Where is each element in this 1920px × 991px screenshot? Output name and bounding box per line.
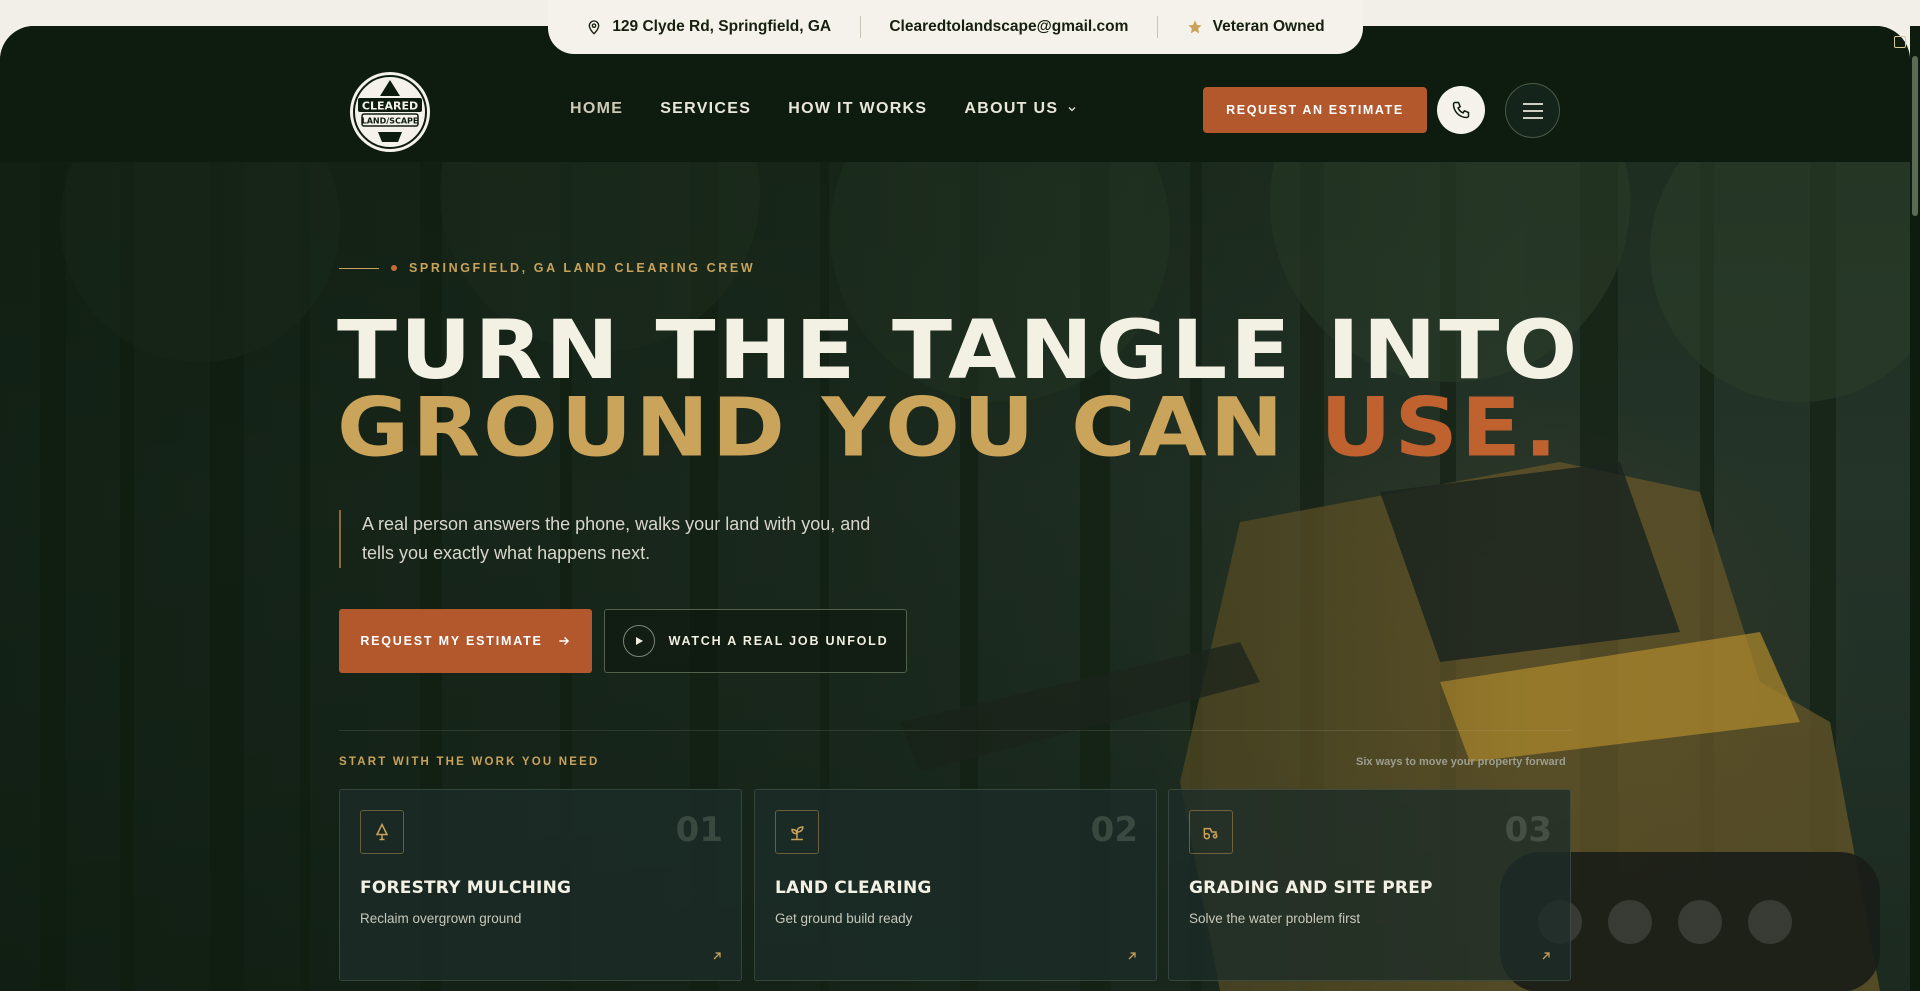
hero-headline: TURN THE TANGLE INTO GROUND YOU CAN USE. bbox=[337, 302, 1581, 468]
card-title: FORESTRY MULCHING bbox=[360, 878, 572, 898]
nav-how-it-works-label: HOW IT WORKS bbox=[788, 100, 928, 117]
address-text: 129 Clyde Rd, Springfield, GA bbox=[612, 18, 832, 35]
star-icon bbox=[1187, 20, 1202, 34]
card-title: LAND CLEARING bbox=[775, 878, 932, 898]
services-note: Six ways to move your property forward bbox=[1356, 756, 1566, 768]
menu-button[interactable] bbox=[1505, 83, 1560, 138]
secondary-cta-label: WATCH A REAL JOB UNFOLD bbox=[668, 634, 889, 648]
arrow-up-right-icon bbox=[713, 952, 721, 960]
service-card-forestry-mulching[interactable]: 01 FORESTRY MULCHING Reclaim overgrown g… bbox=[339, 789, 742, 981]
hero-eyebrow: SPRINGFIELD, GA LAND CLEARING CREW bbox=[339, 261, 755, 275]
play-icon bbox=[622, 625, 655, 657]
hamburger-menu-icon bbox=[1522, 102, 1543, 119]
corner-mark bbox=[1894, 36, 1906, 48]
arrow-up-right-icon bbox=[1128, 952, 1136, 960]
card-subtitle: Reclaim overgrown ground bbox=[360, 911, 522, 926]
cleared-landscape-logo[interactable]: CLEARED LAND/SCAPE bbox=[348, 70, 432, 154]
card-number: 03 bbox=[1504, 810, 1552, 850]
section-divider bbox=[339, 730, 1571, 731]
headline-line-1: TURN THE TANGLE INTO bbox=[337, 302, 1581, 398]
request-an-estimate-button[interactable]: REQUEST AN ESTIMATE bbox=[1203, 87, 1427, 133]
card-number: 02 bbox=[1090, 810, 1138, 850]
logo-line-1: CLEARED bbox=[362, 100, 418, 113]
nav-about-us[interactable]: ABOUT US bbox=[964, 100, 1078, 118]
services-label: START WITH THE WORK YOU NEED bbox=[339, 756, 600, 768]
watch-job-button[interactable]: WATCH A REAL JOB UNFOLD bbox=[604, 609, 907, 673]
chevron-down-icon bbox=[1068, 107, 1076, 112]
service-card-grading-site-prep[interactable]: 03 GRADING AND SITE PREP Solve the water… bbox=[1168, 789, 1571, 981]
nav-home[interactable]: HOME bbox=[570, 100, 623, 118]
card-number: 01 bbox=[675, 810, 723, 850]
top-info-bar: 129 Clyde Rd, Springfield, GA Clearedtol… bbox=[548, 0, 1363, 54]
tree-icon bbox=[360, 810, 404, 854]
veteran-badge: Veteran Owned bbox=[1187, 18, 1325, 36]
service-card-land-clearing[interactable]: 02 LAND CLEARING Get ground build ready bbox=[754, 789, 1157, 981]
nav-home-label: HOME bbox=[570, 100, 624, 117]
hero-section: SPRINGFIELD, GA LAND CLEARING CREW TURN … bbox=[0, 162, 1910, 991]
card-subtitle: Solve the water problem first bbox=[1189, 911, 1361, 926]
nav-services-label: SERVICES bbox=[660, 100, 752, 117]
headline-line-2: GROUND YOU CAN USE. bbox=[337, 387, 1580, 468]
arrow-up-right-icon bbox=[1542, 952, 1550, 960]
card-title: GRADING AND SITE PREP bbox=[1189, 878, 1433, 898]
headline-line-2-orange: USE. bbox=[1320, 380, 1561, 475]
address-item[interactable]: 129 Clyde Rd, Springfield, GA bbox=[586, 18, 831, 36]
phone-button[interactable] bbox=[1437, 86, 1485, 134]
email-link[interactable]: Clearedtolandscape@gmail.com bbox=[889, 18, 1128, 36]
divider bbox=[1157, 16, 1159, 38]
map-pin-icon bbox=[588, 20, 600, 35]
arrow-right-icon bbox=[559, 636, 569, 646]
request-my-estimate-button[interactable]: REQUEST MY ESTIMATE bbox=[339, 609, 592, 673]
page-frame: SPRINGFIELD, GA LAND CLEARING CREW TURN … bbox=[0, 26, 1910, 991]
tractor-icon bbox=[1189, 810, 1233, 854]
scrollbar-track[interactable] bbox=[1910, 26, 1920, 991]
veteran-text: Veteran Owned bbox=[1212, 18, 1325, 35]
eyebrow-text: SPRINGFIELD, GA LAND CLEARING CREW bbox=[409, 261, 756, 275]
phone-icon bbox=[1452, 101, 1470, 119]
main-nav: HOME SERVICES HOW IT WORKS ABOUT US bbox=[570, 100, 1078, 118]
sprout-icon bbox=[775, 810, 819, 854]
scrollbar-thumb[interactable] bbox=[1912, 56, 1918, 216]
logo-line-2: LAND/SCAPE bbox=[362, 117, 419, 126]
hero-lede: A real person answers the phone, walks y… bbox=[339, 510, 899, 568]
divider bbox=[859, 16, 861, 38]
primary-cta-label: REQUEST MY ESTIMATE bbox=[360, 634, 543, 648]
headline-line-2-gold: GROUND YOU CAN bbox=[337, 380, 1321, 475]
nav-about-us-label: ABOUT US bbox=[964, 100, 1059, 117]
nav-how-it-works[interactable]: HOW IT WORKS bbox=[788, 100, 927, 118]
email-item[interactable]: Clearedtolandscape@gmail.com bbox=[889, 18, 1128, 36]
nav-services[interactable]: SERVICES bbox=[660, 100, 751, 118]
card-subtitle: Get ground build ready bbox=[775, 911, 913, 926]
